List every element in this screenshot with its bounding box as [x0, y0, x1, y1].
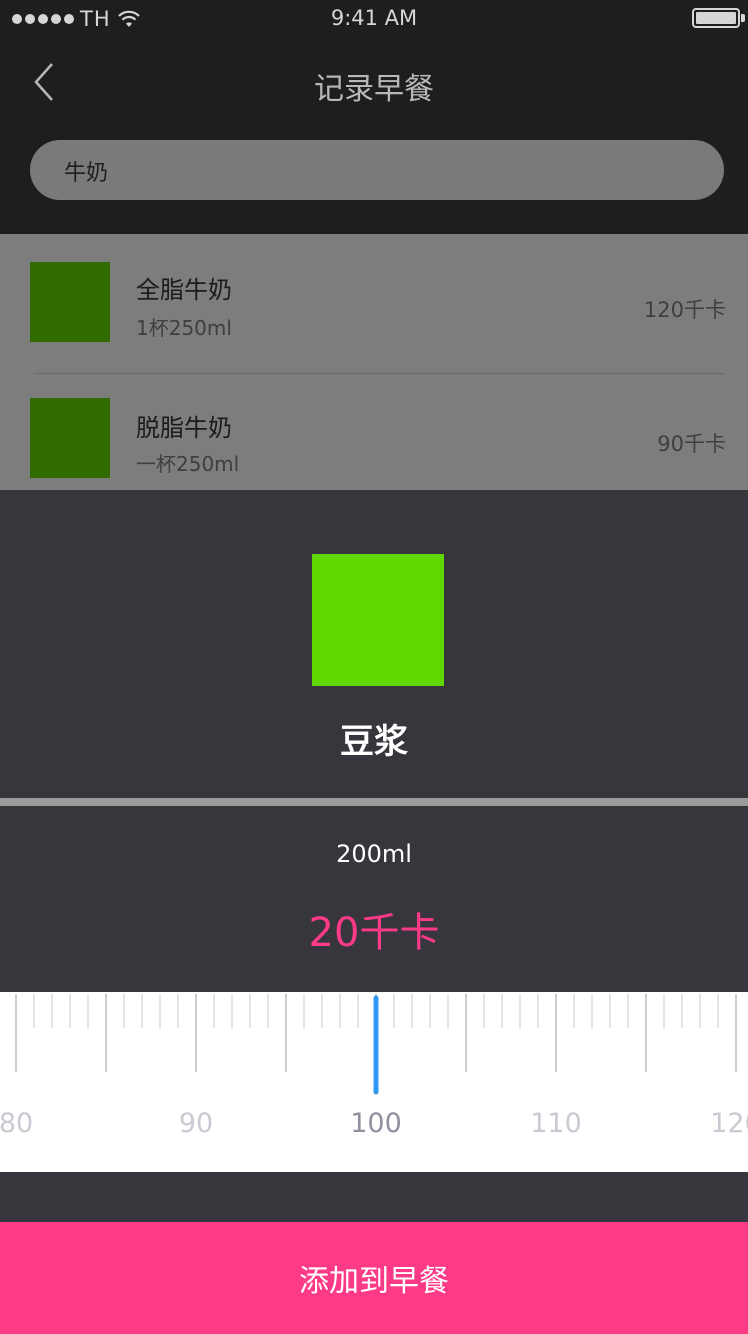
- battery-icon: [692, 8, 740, 28]
- food-name: 脱脂牛奶: [136, 414, 232, 442]
- ruler-label: 120: [710, 1108, 748, 1139]
- add-to-breakfast-button[interactable]: 添加到早餐: [0, 1222, 748, 1334]
- ruler-label: 80: [0, 1108, 34, 1139]
- amount-panel: 200ml 20千卡: [0, 806, 748, 992]
- selected-food-panel: 豆浆: [0, 490, 748, 798]
- amount-ruler-slider[interactable]: 80 90 100 110 120: [0, 992, 748, 1172]
- food-list: 全脂牛奶 1杯250ml 120千卡 脱脂牛奶 一杯250ml 90千卡: [0, 234, 748, 490]
- food-calories: 90千卡: [657, 432, 726, 456]
- food-calories: 120千卡: [643, 298, 726, 322]
- list-item[interactable]: 全脂牛奶 1杯250ml 120千卡: [0, 234, 748, 354]
- status-time: 9:41 AM: [330, 6, 418, 30]
- selected-amount: 200ml: [336, 840, 412, 868]
- food-portion: 一杯250ml: [136, 452, 240, 476]
- nav-bar: 记录早餐: [0, 48, 748, 118]
- selected-calories: 20千卡: [308, 910, 440, 956]
- ruler-label: 90: [178, 1108, 214, 1139]
- battery-tip: [741, 14, 745, 22]
- list-divider: [34, 373, 724, 374]
- search-input[interactable]: 牛奶: [30, 140, 724, 200]
- ruler-label: 100: [350, 1108, 402, 1139]
- food-thumbnail: [30, 262, 110, 342]
- bottom-spacer: [0, 1172, 748, 1222]
- food-thumbnail: [30, 398, 110, 478]
- food-portion: 1杯250ml: [136, 316, 232, 340]
- selected-food-image: [312, 554, 444, 686]
- panel-separator: [0, 798, 748, 806]
- header: TH 9:41 AM 记录早餐 牛奶: [0, 0, 748, 234]
- list-item[interactable]: 脱脂牛奶 一杯250ml 90千卡: [0, 370, 748, 490]
- status-bar: TH 9:41 AM: [0, 0, 748, 38]
- page-title: 记录早餐: [314, 72, 434, 107]
- selected-food-name: 豆浆: [340, 722, 408, 762]
- food-name: 全脂牛奶: [136, 276, 232, 304]
- ruler-ticks: [15, 994, 737, 1095]
- search-value[interactable]: 牛奶: [64, 155, 108, 187]
- ruler-label: 110: [530, 1108, 582, 1139]
